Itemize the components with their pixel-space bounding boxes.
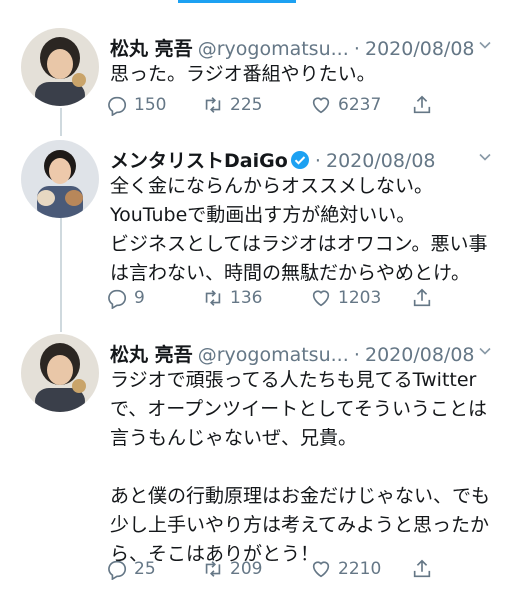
like-count: 1203: [338, 288, 382, 308]
reply-icon: [108, 289, 127, 309]
share-icon: [413, 288, 431, 307]
tweet-date[interactable]: 2020/08/08: [326, 150, 436, 172]
avatar[interactable]: [21, 334, 99, 412]
like-button[interactable]: 6237: [310, 92, 381, 118]
share-button[interactable]: [411, 285, 439, 311]
separator-dot: ·: [314, 150, 321, 172]
tweet-text: 全く金にならんからオススメしない。 YouTubeで動画出す方が絶対いい。 ビジ…: [110, 175, 488, 284]
display-name[interactable]: 松丸 亮吾: [110, 38, 193, 60]
tweet-header: メンタリストDaiGo · 2020/08/08: [110, 146, 498, 172]
chevron-down-icon[interactable]: [478, 344, 492, 358]
tweet-date[interactable]: 2020/08/08: [365, 38, 475, 60]
avatar[interactable]: [21, 140, 99, 218]
tab-bar: [0, 0, 516, 7]
retweet-icon: [205, 290, 221, 306]
like-icon: [312, 97, 330, 114]
like-button[interactable]: 2210: [310, 556, 381, 582]
like-icon: [312, 290, 330, 307]
tweet-text: ラジオで頑張ってる人たちも見てるTwitter で、オープンツイートとしてそうい…: [110, 369, 491, 565]
tweet-text: 思った。ラジオ番組やりたい。: [110, 63, 376, 85]
like-icon: [312, 561, 330, 578]
action-bar: 25 209 2210: [106, 556, 496, 582]
avatar[interactable]: [21, 28, 99, 106]
tweet-header: 松丸 亮吾 @ryogomatsu... · 2020/08/08: [110, 34, 498, 60]
like-count: 2210: [338, 559, 382, 579]
chevron-down-icon[interactable]: [478, 150, 492, 164]
display-name[interactable]: 松丸 亮吾: [110, 344, 193, 366]
share-button[interactable]: [411, 556, 439, 582]
share-icon: [413, 559, 431, 578]
retweet-icon: [205, 561, 221, 577]
retweet-button[interactable]: 136: [202, 285, 262, 311]
reply-count: 150: [134, 95, 167, 115]
reply-button[interactable]: 150: [106, 92, 166, 118]
verified-icon: [290, 151, 309, 169]
share-icon: [413, 95, 431, 114]
like-count: 6237: [338, 95, 382, 115]
retweet-button[interactable]: 225: [202, 92, 262, 118]
action-bar: 150 225 6237: [106, 92, 496, 118]
action-bar: 9 136 1203: [106, 285, 496, 311]
tweet[interactable]: メンタリストDaiGo · 2020/08/08 全く金にならんからオススメしな…: [0, 140, 516, 320]
reply-icon: [108, 560, 127, 580]
tweet[interactable]: 松丸 亮吾 @ryogomatsu... · 2020/08/08 ラジオで頑張…: [0, 334, 516, 584]
chevron-down-icon[interactable]: [478, 38, 492, 52]
retweet-icon: [205, 97, 221, 113]
retweet-button[interactable]: 209: [202, 556, 262, 582]
like-button[interactable]: 1203: [310, 285, 381, 311]
tweet-date[interactable]: 2020/08/08: [365, 344, 475, 366]
display-name[interactable]: メンタリストDaiGo: [110, 150, 288, 172]
tweet[interactable]: 松丸 亮吾 @ryogomatsu... · 2020/08/08 思った。ラジ…: [0, 28, 516, 128]
reply-icon: [108, 96, 127, 116]
retweet-count: 209: [230, 559, 263, 579]
share-button[interactable]: [411, 92, 439, 118]
reply-button[interactable]: 9: [106, 285, 145, 311]
separator-dot: ·: [353, 38, 360, 60]
separator-dot: ·: [353, 344, 360, 366]
retweet-count: 136: [230, 288, 263, 308]
reply-count: 25: [134, 559, 156, 579]
retweet-count: 225: [230, 95, 263, 115]
active-tab-indicator: [178, 0, 296, 3]
handle[interactable]: @ryogomatsu...: [198, 344, 349, 366]
reply-button[interactable]: 25: [106, 556, 156, 582]
tweet-header: 松丸 亮吾 @ryogomatsu... · 2020/08/08: [110, 340, 498, 366]
handle[interactable]: @ryogomatsu...: [198, 38, 349, 60]
reply-count: 9: [134, 288, 145, 308]
